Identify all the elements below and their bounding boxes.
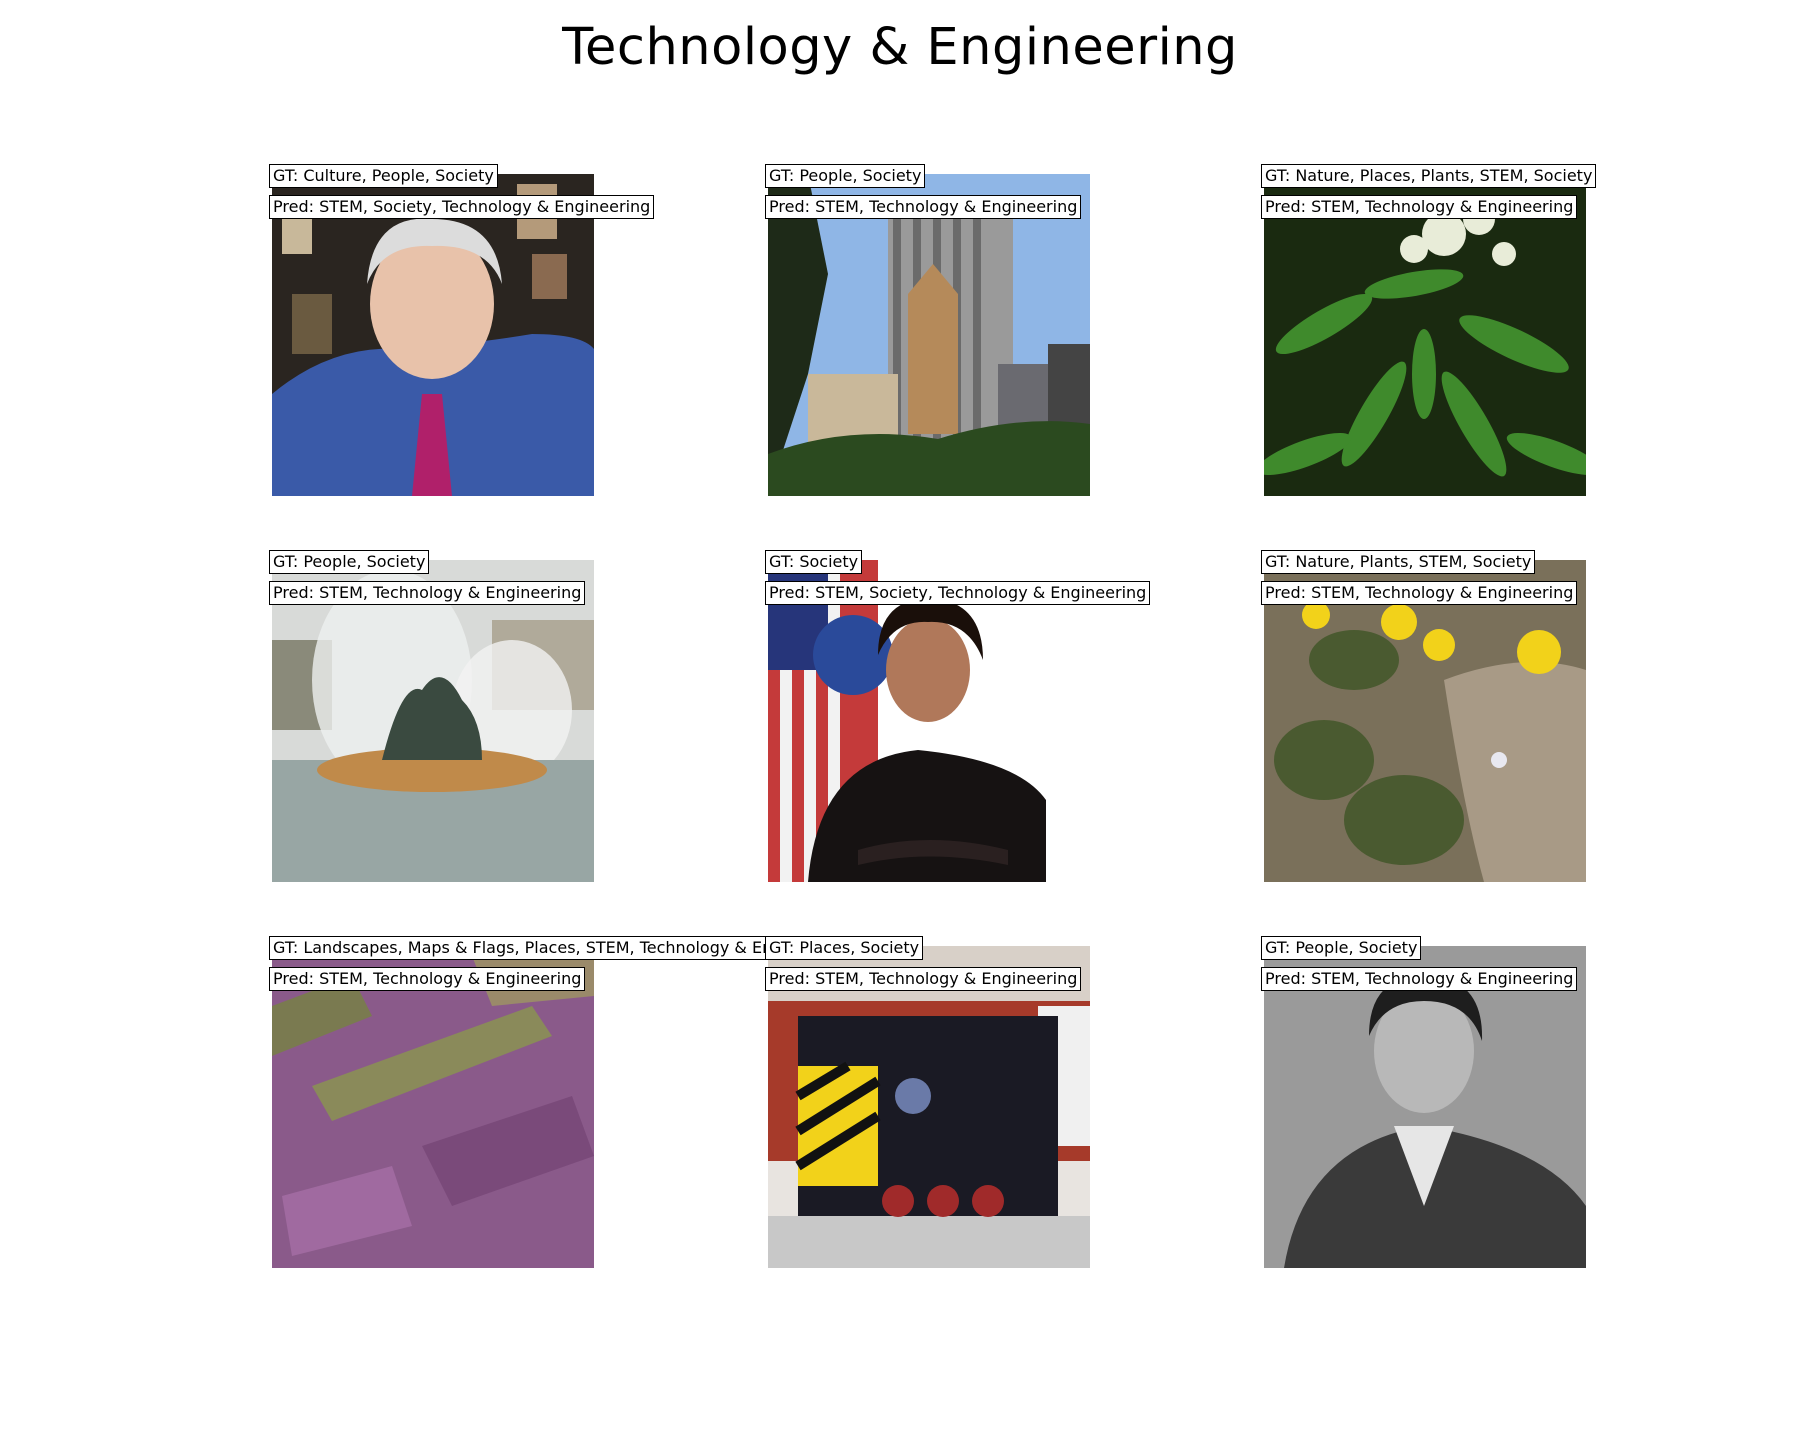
prediction-label: Pred: STEM, Technology & Engineering (1261, 967, 1578, 991)
image-panel: GT: Landscapes, Maps & Flags, Places, ST… (269, 936, 774, 1268)
fountain-sculpture-image (272, 560, 594, 882)
prediction-label: Pred: STEM, Society, Technology & Engine… (765, 581, 1151, 605)
ground-truth-label: GT: Places, Society (765, 936, 924, 960)
prediction-label: Pred: STEM, Technology & Engineering (269, 967, 586, 991)
prediction-label: Pred: STEM, Society, Technology & Engine… (269, 195, 655, 219)
image-panel: GT: People, Society Pred: STEM, Technolo… (765, 164, 1090, 496)
image-panel: GT: Nature, Places, Plants, STEM, Societ… (1261, 164, 1597, 496)
yellow-wildflowers-image (1264, 560, 1586, 882)
image-panel: GT: Nature, Plants, STEM, Society Pred: … (1261, 550, 1586, 882)
ground-truth-label: GT: Culture, People, Society (269, 164, 498, 188)
prediction-label: Pred: STEM, Technology & Engineering (1261, 581, 1578, 605)
ground-truth-label: GT: People, Society (269, 550, 430, 574)
figure-title: Technology & Engineering (562, 18, 1238, 77)
prediction-label: Pred: STEM, Technology & Engineering (1261, 195, 1578, 219)
white-flowering-plant-image (1264, 174, 1586, 496)
ground-truth-label: GT: People, Society (1261, 936, 1422, 960)
portrait-man-blue-shirt-image (272, 174, 594, 496)
ground-truth-label: GT: Nature, Places, Plants, STEM, Societ… (1261, 164, 1597, 188)
ground-truth-label: GT: People, Society (765, 164, 926, 188)
image-panel: GT: Culture, People, Society Pred: STEM,… (269, 164, 655, 496)
locomotive-shed-image (768, 946, 1090, 1268)
ground-truth-label: GT: Nature, Plants, STEM, Society (1261, 550, 1536, 574)
bw-portrait-man-suit-image (1264, 946, 1586, 1268)
city-skyscrapers-image (768, 174, 1090, 496)
portrait-woman-flag-image (768, 560, 1090, 882)
ground-truth-label: GT: Landscapes, Maps & Flags, Places, ST… (269, 936, 774, 960)
prediction-label: Pred: STEM, Technology & Engineering (765, 967, 1082, 991)
prediction-label: Pred: STEM, Technology & Engineering (765, 195, 1082, 219)
image-panel: GT: Society Pred: STEM, Society, Technol… (765, 550, 1151, 882)
ground-truth-label: GT: Society (765, 550, 863, 574)
image-panel: GT: People, Society Pred: STEM, Technolo… (269, 550, 594, 882)
image-panel: GT: People, Society Pred: STEM, Technolo… (1261, 936, 1586, 1268)
aerial-satellite-view-image (272, 946, 594, 1268)
image-panel: GT: Places, Society Pred: STEM, Technolo… (765, 936, 1090, 1268)
prediction-label: Pred: STEM, Technology & Engineering (269, 581, 586, 605)
